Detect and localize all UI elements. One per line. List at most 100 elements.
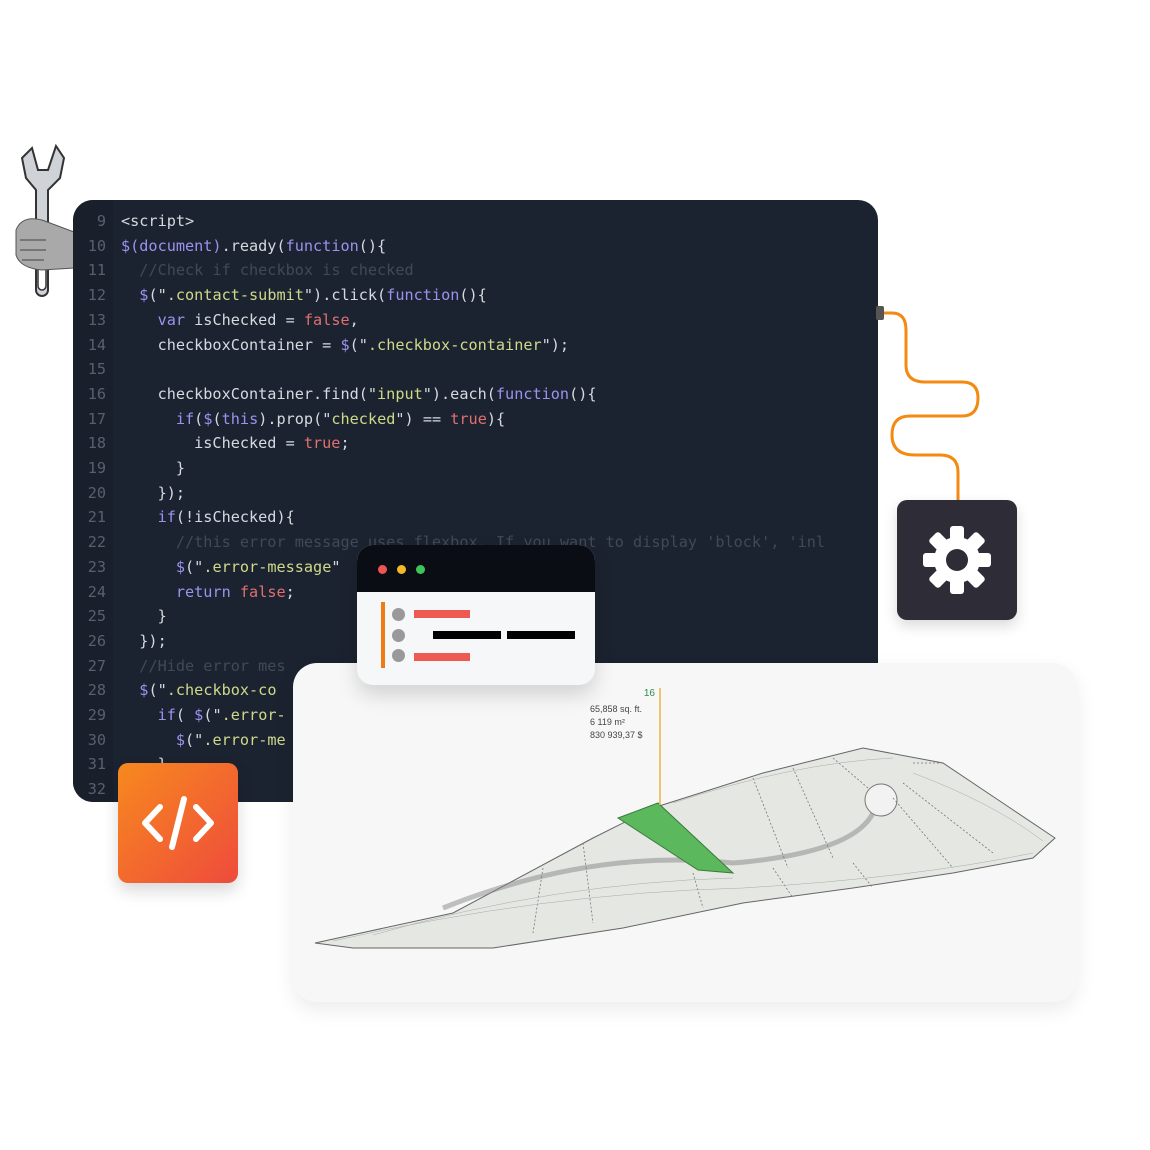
code-token: (" [203,706,222,724]
line-number: 18 [87,434,106,453]
code-line: 16 checkboxContainer.find("input").each(… [73,382,597,406]
lot-info-label: 16 65,858 sq. ft. 6 119 m² 830 939,37 $ [583,688,655,748]
maximize-dot [416,565,425,574]
code-line: 28 $(".checkbox-co [73,678,277,702]
code-token: ; [285,582,295,601]
code-token: .contact-submit [166,286,304,305]
code-card [118,763,238,883]
lot-area-m2: 6 119 m² [590,717,625,727]
code-token: function [386,286,460,305]
code-token: true [303,434,341,453]
bullet-icon [392,629,405,642]
close-dot [378,565,387,574]
code-token: ; [340,434,350,453]
line-number: 25 [87,607,106,626]
code-token: return [175,582,231,601]
line-number: 10 [87,236,106,255]
code-token: true [450,409,487,428]
line-number: 19 [87,459,106,477]
browser-window-card [357,545,595,685]
code-token: ( [194,409,204,428]
browser-titlebar [357,545,595,592]
code-token: }); [121,631,167,650]
line-number: 11 [87,261,106,280]
placeholder-line [414,653,470,661]
placeholder-line [433,631,501,639]
code-line: 23 $(".error-message" [73,555,341,579]
bullet-icon [392,608,405,621]
code-token: $(document) [121,236,222,255]
wrench-in-hand-icon [15,143,75,297]
code-token: (" [148,681,167,700]
line-number: 15 [87,360,106,379]
line-number: 29 [87,706,106,724]
code-token: function [285,236,359,255]
line-number: 16 [87,384,106,403]
code-line: 9 <script> [73,209,194,233]
code-token: , [349,310,359,329]
line-number: 22 [87,533,106,552]
site-plan-map [314,688,1056,949]
code-token: (){ [358,236,387,255]
code-token: $ [194,706,204,724]
code-token: if [157,706,176,724]
line-number: 17 [87,409,106,428]
code-line: 26 }); [73,629,167,653]
line-number: 27 [87,656,106,675]
connector-wire [876,306,980,500]
lot-area-sqft: 65,858 sq. ft. [590,704,643,714]
code-token: .error-me [203,730,286,749]
code-token: } [121,607,167,626]
code-token: <script> [121,212,195,230]
accent-bar [381,602,385,668]
code-token: isChecked = [121,434,304,453]
code-token: }); [121,483,186,502]
code-token: ") == [395,409,451,428]
code-token: (" [185,730,204,749]
code-token: .ready( [221,236,286,255]
code-line: 27 //Hide error mes [73,654,286,678]
land-plot-map-card: 16 65,858 sq. ft. 6 119 m² 830 939,37 $ [293,663,1077,1002]
code-token: (" [148,286,167,305]
line-number: 12 [87,286,106,305]
line-number: 14 [87,335,106,354]
lot-price: 830 939,37 $ [590,730,643,740]
code-token: "); [541,335,570,354]
code-token: .error-message [203,557,332,576]
code-token: (" [185,557,204,576]
code-token: " [331,557,341,576]
code-line: 21 if(!isChecked){ [73,505,295,529]
code-token: var [157,310,186,329]
code-line: 19 } [73,456,185,480]
code-line: 20 }); [73,481,185,505]
line-number: 23 [87,557,106,576]
line-number: 26 [87,631,106,650]
code-token: .error- [221,706,286,724]
code-brackets-icon [142,796,214,850]
code-line: 32 [73,777,121,801]
settings-card [897,500,1017,620]
code-token: isChecked = [185,310,304,329]
code-token: checked [331,409,396,428]
line-number: 20 [87,483,106,502]
code-line: 30 $(".error-me [73,728,286,752]
code-token: if [175,409,195,428]
bullet-icon [392,649,405,662]
code-line: 11 //Check if checkbox is checked [73,258,414,282]
code-token: ).prop(" [258,409,332,428]
line-number: 28 [87,681,106,700]
code-line: 17 if($(this).prop("checked") == true){ [73,407,505,431]
code-token: } [121,459,186,477]
line-number: 9 [96,212,106,230]
minimize-dot [397,565,406,574]
